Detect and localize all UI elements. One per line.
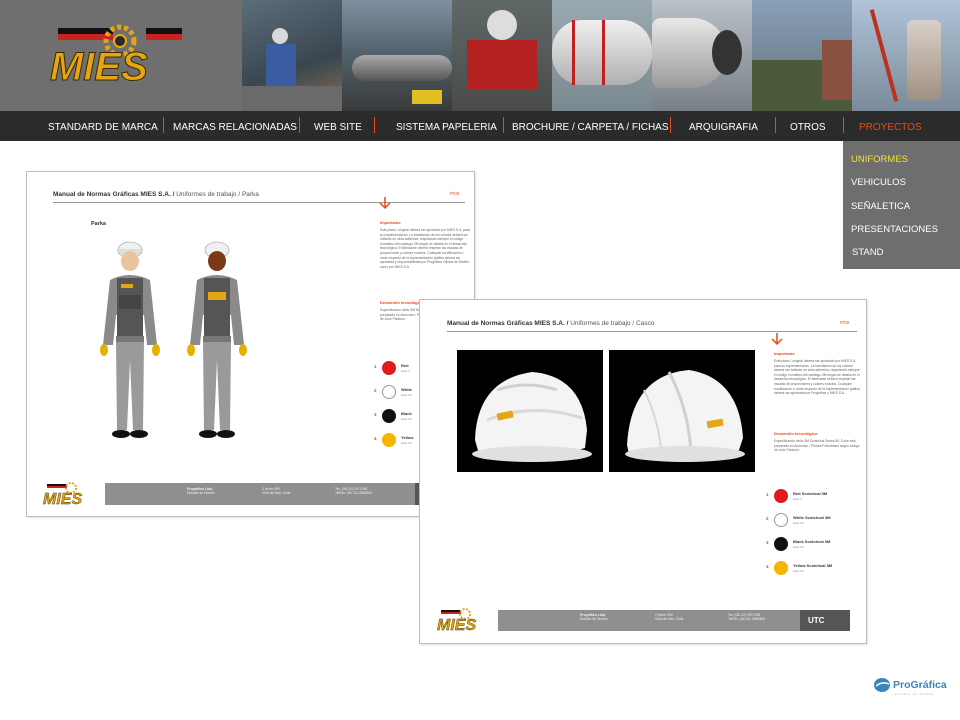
sheet-code: P/00: [840, 320, 850, 325]
parka-back-figure: [182, 240, 252, 445]
sheet-code: P/00: [450, 191, 460, 196]
nav-item-web-site[interactable]: WEB SITE: [314, 111, 362, 141]
nav-separator: [775, 117, 776, 133]
nav-item-sistema-papeleria[interactable]: SISTEMA PAPELERIA: [396, 111, 497, 141]
side-text: Este plano / original deberá ser aprobad…: [774, 359, 860, 396]
svg-text:MIES: MIES: [43, 491, 82, 506]
nav-item-standard-de-marca[interactable]: STANDARD DE MARCA: [48, 111, 158, 141]
sheet-title: Manual de Normas Gráficas MIES S.A. / Un…: [447, 320, 655, 327]
dropdown-item-presentaciones[interactable]: PRESENTACIONES: [851, 224, 938, 235]
photo-strip: [242, 0, 960, 111]
sheet-title: Manual de Normas Gráficas MIES S.A. / Un…: [53, 191, 259, 198]
logo-area: MIES: [0, 0, 242, 111]
worker-photo: [242, 0, 342, 111]
mies-logo[interactable]: MIES: [48, 22, 188, 90]
footer-tag: UTC: [800, 610, 850, 631]
crane-photo: [852, 0, 960, 111]
color-swatch: 4 Yellow Scotchcal 3M Serie 50: [766, 561, 833, 575]
title-rule: [447, 331, 857, 332]
color-swatch: 3 Black Scotchcal 3M Serie 50: [766, 537, 831, 551]
dropdown-item-stand[interactable]: STAND: [852, 247, 884, 258]
side-heading-2: Desarrollo tecnológico: [774, 431, 818, 436]
prografica-name: ProGráfica: [893, 679, 947, 691]
mies-logo-small: MIES: [437, 608, 493, 637]
nav-separator: [163, 117, 164, 133]
nav-separator: [503, 117, 504, 133]
title-rule: [53, 202, 465, 203]
drum-rollers-photo: [552, 0, 652, 111]
color-swatch: 1 Red Scotchcal 3M Serie 2: [766, 489, 828, 503]
red-machine-photo: [452, 0, 552, 111]
footer-col-2: 2 Norte 990 Viña del Mar. Chile: [262, 487, 291, 496]
prografica-logo-icon: [873, 677, 891, 698]
sheet-casco[interactable]: Manual de Normas Gráficas MIES S.A. / Un…: [419, 299, 867, 644]
svg-text:MIES: MIES: [50, 45, 148, 84]
dropdown-item-vehiculos[interactable]: VEHICULOS: [851, 177, 906, 188]
nav-item-proyectos[interactable]: PROYECTOS: [859, 111, 922, 141]
pipe-machinery-photo: [342, 0, 452, 111]
nav-item-otros[interactable]: OTROS: [790, 111, 826, 141]
color-swatch: 2 White Scotchcal 3M Serie 50: [766, 513, 831, 527]
nav-separator: [299, 117, 300, 133]
dropdown-item-uniformes[interactable]: UNIFORMES: [851, 154, 908, 165]
nav-separator: [843, 117, 844, 133]
side-heading: Importante: [774, 351, 795, 356]
sheet-parka[interactable]: Manual de Normas Gráficas MIES S.A. / Un…: [26, 171, 475, 517]
side-heading: Importante: [380, 220, 401, 225]
nav-item-marcas-relacionadas[interactable]: MARCAS RELACIONADAS: [173, 111, 297, 141]
helmet-photo-left: [457, 350, 603, 472]
prografica-tagline: estudio de diseño: [895, 692, 934, 696]
proyectos-dropdown: UNIFORMES VEHICULOS SEÑALETICA PRESENTAC…: [843, 141, 960, 269]
side-text: Este plano / original deberá ser aprobad…: [380, 228, 470, 269]
mies-logo-small: MIES: [43, 482, 99, 511]
footer-col-1: Prográfica Ltda. Estudio de Diseño: [580, 613, 608, 622]
plant-tower-photo: [752, 0, 852, 111]
parka-caption: Parka: [91, 221, 106, 227]
down-arrow-icon: [770, 332, 784, 351]
helmet-photo-right: [609, 350, 755, 472]
footer-col-1: Prográfica Ltda. Estudio de Diseño: [187, 487, 215, 496]
down-arrow-icon: [378, 196, 392, 215]
nav-item-brochure[interactable]: BROCHURE / CARPETA / FICHAS: [512, 111, 669, 141]
side-heading-2: Desarrollo tecnológico: [380, 300, 424, 305]
footer-col-3: Tel.: (56-32) 2971255 TelFax: (56-32) 269…: [728, 613, 765, 622]
parka-front-figure: [95, 240, 165, 445]
dropdown-item-senaletica[interactable]: SEÑALETICA: [851, 201, 910, 212]
page: MIES STANDARD DE MARCA MARCAS RELACIONAD…: [0, 0, 960, 720]
header: MIES: [0, 0, 960, 111]
nav-separator: [374, 117, 375, 133]
footer-col-2: 2 Norte 990 Viña del Mar. Chile: [655, 613, 684, 622]
main-nav: STANDARD DE MARCA MARCAS RELACIONADAS WE…: [0, 111, 960, 141]
nav-item-arquigrafia[interactable]: ARQUIGRAFIA: [689, 111, 758, 141]
steel-drum-photo: [652, 0, 752, 111]
nav-separator: [670, 117, 671, 133]
side-text-2: Especificación vinilo 3M Scotchcal Serie…: [774, 439, 860, 453]
svg-text:MIES: MIES: [437, 617, 476, 632]
footer-col-3: Tel.: (56-32) 2971255 TelFax: (56-32) 269…: [335, 487, 372, 496]
